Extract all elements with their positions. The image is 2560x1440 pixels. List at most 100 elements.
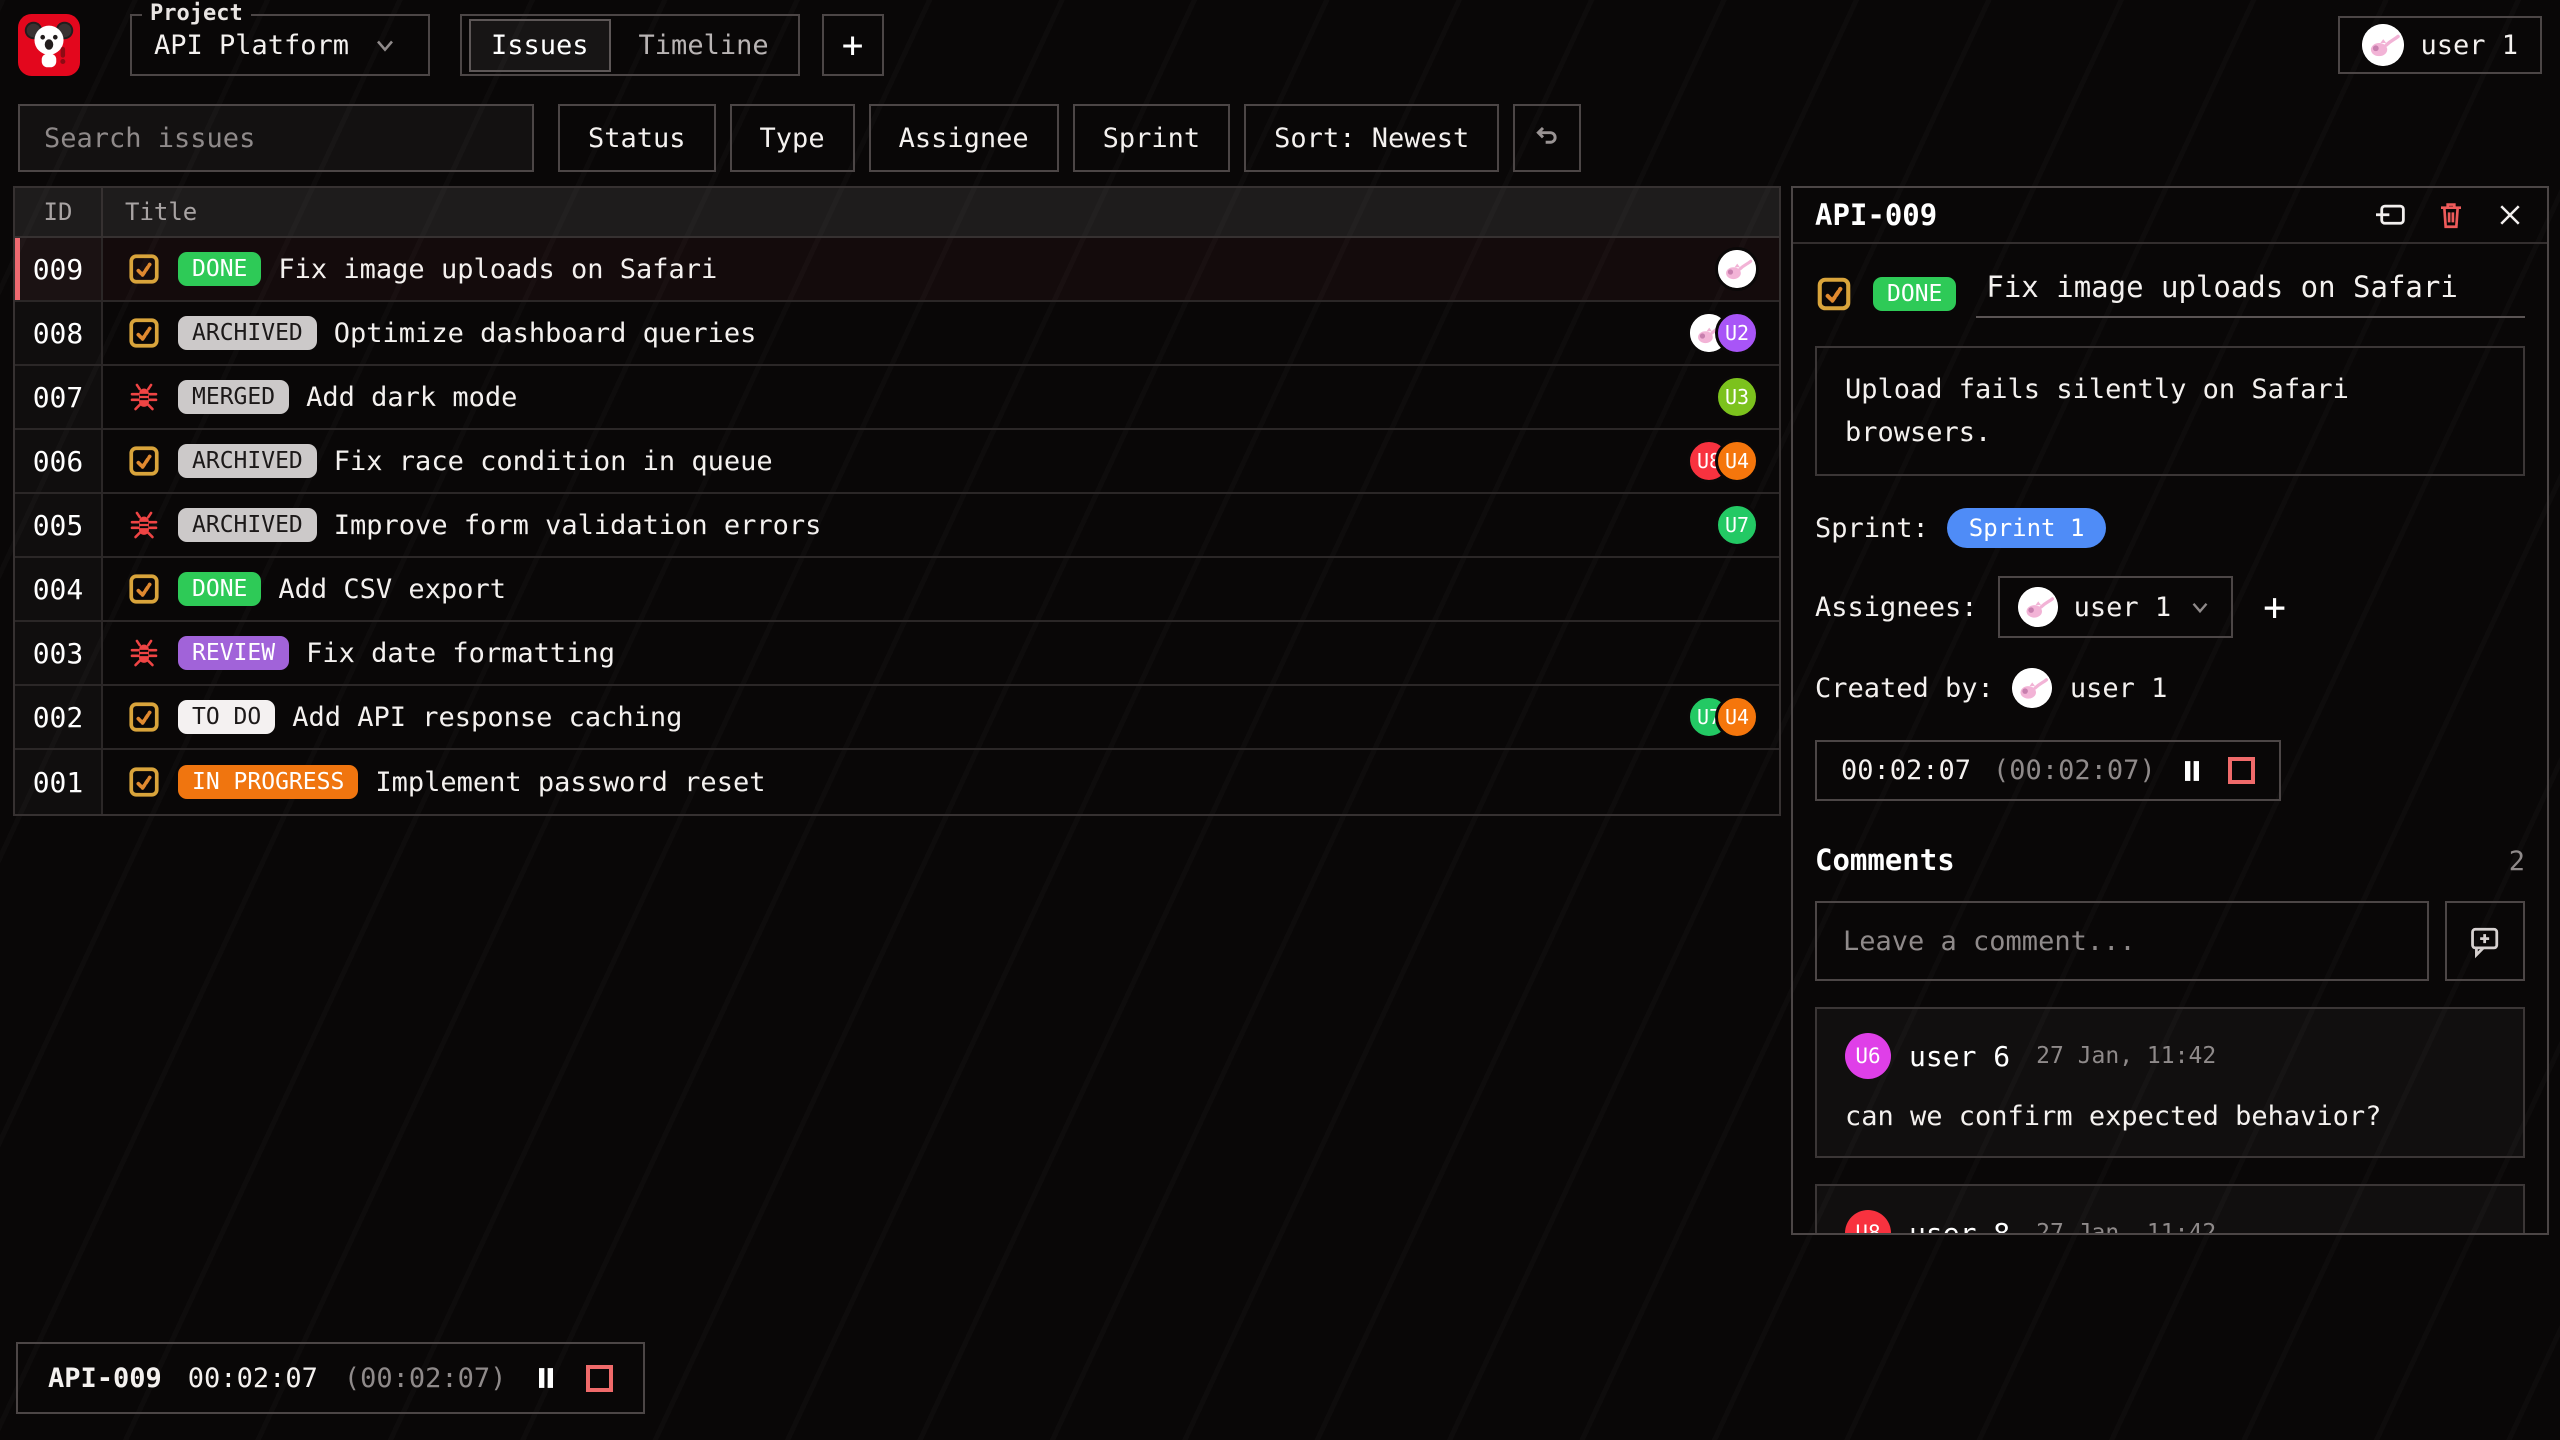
sprint-row: Sprint: Sprint 1 (1815, 508, 2525, 548)
bug-icon (127, 636, 161, 670)
topbar: Project API Platform Issues Timeline + u… (0, 0, 2560, 76)
assignee-select[interactable]: user 1 (1998, 576, 2234, 638)
new-tab-button[interactable]: + (822, 14, 884, 76)
assignee-avatars: U2 (1675, 311, 1759, 355)
user-name: user 1 (2420, 30, 2518, 61)
issue-row[interactable]: 003 REVIEWFix date formatting (15, 622, 1779, 686)
assignee-name: user 1 (2074, 592, 2172, 623)
pause-icon (532, 1364, 560, 1392)
task-checkbox-icon[interactable] (1815, 275, 1853, 313)
created-by-avatar (2012, 668, 2052, 708)
filter-button-sort-newest[interactable]: Sort: Newest (1244, 104, 1499, 172)
issue-title: Fix date formatting (306, 638, 615, 669)
issue-row[interactable]: 008 ARCHIVEDOptimize dashboard queries U… (15, 302, 1779, 366)
sprint-pill[interactable]: Sprint 1 (1947, 508, 2107, 548)
time-tracker-bar: API-009 00:02:07 (00:02:07) (16, 1342, 645, 1414)
comments-heading: Comments (1815, 843, 1955, 877)
issue-title: Fix image uploads on Safari (278, 254, 717, 285)
close-panel-button[interactable] (2495, 200, 2525, 230)
issue-title-input[interactable]: Fix image uploads on Safari (1976, 270, 2525, 318)
project-label: Project (142, 1, 251, 26)
user-chip[interactable]: user 1 (2338, 16, 2542, 74)
issue-id: 009 (15, 238, 103, 300)
user-avatar (2362, 24, 2404, 66)
tracker-total: (00:02:07) (344, 1363, 507, 1394)
assignee-avatar (2018, 587, 2058, 627)
user-avatar: U2 (1715, 311, 1759, 355)
timer-elapsed: 00:02:07 (1841, 755, 1971, 786)
issue-timer: 00:02:07 (00:02:07) (1815, 740, 2281, 801)
description-field[interactable]: Upload fails silently on Safari browsers… (1815, 346, 2525, 476)
delete-issue-button[interactable] (2435, 199, 2467, 231)
issue-row[interactable]: 001 IN PROGRESSImplement password reset (15, 750, 1779, 814)
filter-button-status[interactable]: Status (558, 104, 716, 172)
filter-button-assignee[interactable]: Assignee (869, 104, 1059, 172)
tab-group: Issues Timeline (460, 14, 800, 76)
status-badge: ARCHIVED (178, 316, 317, 350)
tracker-pause-button[interactable] (532, 1364, 560, 1392)
project-name: API Platform (154, 30, 349, 61)
issue-id: 004 (15, 558, 103, 620)
assignee-avatars: U7U4 (1675, 695, 1759, 739)
issue-row[interactable]: 007 MERGEDAdd dark modeU3 (15, 366, 1779, 430)
status-badge: MERGED (178, 380, 289, 414)
filter-button-sprint[interactable]: Sprint (1073, 104, 1231, 172)
status-badge: IN PROGRESS (178, 765, 358, 799)
tracker-issue-key: API-009 (48, 1363, 162, 1394)
undo-icon (1531, 122, 1563, 154)
issue-id: 007 (15, 366, 103, 428)
issue-row[interactable]: 004 DONE Add CSV export (15, 558, 1779, 622)
comment-input[interactable] (1815, 901, 2429, 981)
trash-icon (2435, 199, 2467, 231)
task-checkbox-icon (127, 700, 161, 734)
search-input[interactable] (18, 104, 534, 172)
assignee-avatars: U8U4 (1675, 439, 1759, 483)
bug-icon (127, 380, 161, 414)
status-badge: ARCHIVED (178, 508, 317, 542)
tracker-elapsed: 00:02:07 (188, 1363, 318, 1394)
user-avatar (1715, 247, 1759, 291)
chevron-down-icon (2187, 594, 2213, 620)
filter-button-type[interactable]: Type (730, 104, 855, 172)
issue-title: Add API response caching (292, 702, 682, 733)
issue-id: 006 (15, 430, 103, 492)
created-by-name: user 1 (2070, 673, 2168, 704)
comment-author-avatar: U6 (1845, 1033, 1891, 1079)
pause-timer-button[interactable] (2178, 757, 2206, 785)
comment-author: user 8 (1909, 1217, 2010, 1233)
sprint-label: Sprint: (1815, 513, 1929, 544)
status-badge: DONE (1873, 277, 1956, 311)
issue-row[interactable]: 009 DONE Fix image uploads on Safari (15, 238, 1779, 302)
copy-link-button[interactable] (2373, 201, 2407, 229)
table-header: ID Title (15, 188, 1779, 238)
issue-id: 002 (15, 686, 103, 748)
comment-list: U6user 627 Jan, 11:42can we confirm expe… (1815, 1007, 2525, 1233)
tab-issues[interactable]: Issues (469, 19, 611, 72)
issue-title: Fix race condition in queue (334, 446, 773, 477)
task-checkbox-icon (127, 572, 161, 606)
comment-author: user 6 (1909, 1040, 2010, 1073)
issue-id: 005 (15, 494, 103, 556)
status-badge: DONE (178, 572, 261, 606)
assignee-avatars: U7 (1703, 503, 1759, 547)
status-badge: TO DO (178, 700, 275, 734)
undo-button[interactable] (1513, 104, 1581, 172)
comment-author-avatar: U8 (1845, 1210, 1891, 1233)
stop-timer-button[interactable] (2228, 757, 2255, 784)
comments-count: 2 (2509, 846, 2525, 877)
submit-comment-button[interactable] (2445, 901, 2525, 981)
panel-body: DONE Fix image uploads on Safari Upload … (1793, 244, 2547, 1233)
issue-title: Add CSV export (278, 574, 506, 605)
status-badge: DONE (178, 252, 261, 286)
issue-row[interactable]: 006 ARCHIVEDFix race condition in queueU… (15, 430, 1779, 494)
timer-total: (00:02:07) (1993, 755, 2156, 786)
add-assignee-button[interactable]: + (2263, 585, 2286, 629)
comment-timestamp: 27 Jan, 11:42 (2036, 1043, 2216, 1069)
status-badge: REVIEW (178, 636, 289, 670)
issue-row[interactable]: 002 TO DO Add API response caching U7U4 (15, 686, 1779, 750)
tab-timeline[interactable]: Timeline (617, 19, 791, 72)
app-logo-icon (18, 14, 80, 76)
issue-row[interactable]: 005 ARCHIVEDImprove form validation erro… (15, 494, 1779, 558)
tracker-stop-button[interactable] (586, 1365, 613, 1392)
project-select[interactable]: Project API Platform (130, 14, 430, 76)
